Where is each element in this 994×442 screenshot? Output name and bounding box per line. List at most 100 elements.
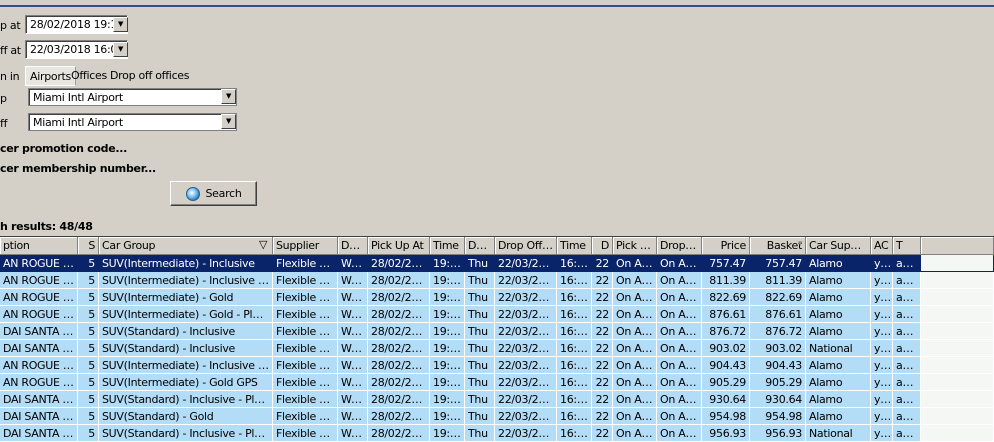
cell-pickup-dow: Wed: [338, 391, 368, 408]
cell-description: AN ROGUE OR S...: [0, 374, 78, 391]
cell-price: 930.64: [702, 391, 750, 408]
column-header-supplier[interactable]: Supplier: [273, 237, 338, 255]
column-header-dropoff-time[interactable]: Time: [557, 237, 592, 255]
cell-dropoff-dow: Thu: [465, 289, 495, 306]
cell-pickup-dow: Wed: [338, 425, 368, 442]
column-header-dropoff-at[interactable]: Drop Off At: [495, 237, 557, 255]
cell-dropoff-location: On Air...: [657, 255, 702, 272]
table-row[interactable]: AN ROGUE OR S...5SUV(Intermediate) - Gol…: [0, 306, 994, 323]
cell-basket: 954.98: [750, 408, 806, 425]
table-row[interactable]: AN ROGUE OR S...5SUV(Intermediate) - Inc…: [0, 272, 994, 289]
cell-car-group: SUV(Standard) - Inclusive - Plus Exce...: [99, 425, 273, 442]
cell-price: 956.93: [702, 425, 750, 442]
search-button[interactable]: Search: [170, 181, 257, 206]
cell-pickup-location: On Air...: [613, 340, 657, 357]
cell-seats: 5: [78, 340, 99, 357]
cell-transmission: auto: [893, 374, 921, 391]
column-header-description[interactable]: ption: [0, 237, 78, 255]
column-header-ac[interactable]: AC: [871, 237, 893, 255]
cell-seats: 5: [78, 272, 99, 289]
cell-seats: 5: [78, 289, 99, 306]
cell-empty: [921, 374, 994, 391]
cell-dropoff-at: 22/03/2018: [495, 391, 557, 408]
cell-empty: [921, 425, 994, 442]
chevron-down-icon[interactable]: ▼: [113, 17, 128, 32]
cell-price: 904.43: [702, 357, 750, 374]
table-row[interactable]: AN ROGUE OR S...5SUV(Intermediate) - Inc…: [0, 255, 994, 272]
cell-dropoff-time: 16:00: [557, 357, 592, 374]
filter-icon[interactable]: ▽: [259, 238, 267, 251]
column-header-pickup-at[interactable]: Pick Up At: [368, 237, 430, 255]
cell-ac: yes: [871, 323, 893, 340]
cell-pickup-at: 28/02/2018: [368, 255, 430, 272]
tab-offices[interactable]: Offices: [67, 66, 111, 86]
table-row[interactable]: DAI SANTA FE ...5SUV(Standard) - Inclusi…: [0, 340, 994, 357]
cell-dropoff-dow: Thu: [465, 255, 495, 272]
table-row[interactable]: DAI SANTA FE ...5SUV(Standard) - GoldFle…: [0, 408, 994, 425]
table-row[interactable]: DAI SANTA FE ...5SUV(Standard) - Inclusi…: [0, 425, 994, 442]
table-row[interactable]: AN ROGUE OR S...5SUV(Intermediate) - Gol…: [0, 289, 994, 306]
cell-description: DAI SANTA FE ...: [0, 408, 78, 425]
column-header-price[interactable]: Price: [702, 237, 750, 255]
sort-descending-icon[interactable]: ▾: [798, 239, 803, 249]
cell-description: AN ROGUE OR S...: [0, 289, 78, 306]
column-header-seats[interactable]: S: [78, 237, 99, 255]
cell-pickup-time: 19:10: [430, 255, 465, 272]
cell-days: 22: [592, 425, 613, 442]
cell-dropoff-at: 22/03/2018: [495, 272, 557, 289]
cell-ac: yes: [871, 306, 893, 323]
table-header[interactable]: ption S Car Group Supplier DOW Pick Up At Time…: [0, 237, 994, 255]
cell-pickup-location: On Air...: [613, 374, 657, 391]
cell-dropoff-at: 22/03/2018: [495, 340, 557, 357]
column-header-dropoff-dow[interactable]: DOW: [465, 237, 495, 255]
cell-dropoff-time: 16:00: [557, 306, 592, 323]
table-row[interactable]: DAI SANTA FE ...5SUV(Standard) - Inclusi…: [0, 391, 994, 408]
pickup-location-select[interactable]: Miami Intl Airport: [28, 88, 237, 106]
cell-car-group: SUV(Intermediate) - Inclusive: [99, 255, 273, 272]
results-grid[interactable]: ption S Car Group Supplier DOW Pick Up At Time…: [0, 236, 994, 442]
column-header-empty: [921, 237, 994, 255]
table-row[interactable]: AN ROGUE OR S...5SUV(Intermediate) - Gol…: [0, 374, 994, 391]
cell-seats: 5: [78, 357, 99, 374]
membership-number-link[interactable]: cer membership number...: [0, 162, 156, 175]
column-header-pickup-time[interactable]: Time: [430, 237, 465, 255]
cell-pickup-location: On Air...: [613, 391, 657, 408]
cell-basket: 811.39: [750, 272, 806, 289]
cell-description: DAI SANTA FE ...: [0, 340, 78, 357]
cell-seats: 5: [78, 425, 99, 442]
column-header-car-supplier[interactable]: Car Supplier: [806, 237, 871, 255]
chevron-down-icon[interactable]: ▼: [221, 114, 236, 129]
column-header-transmission[interactable]: T: [893, 237, 921, 255]
cell-pickup-at: 28/02/2018: [368, 340, 430, 357]
promotion-code-link[interactable]: cer promotion code...: [0, 142, 127, 155]
column-header-car-group[interactable]: Car Group: [99, 237, 273, 255]
cell-price: 876.72: [702, 323, 750, 340]
cell-car-supplier: Alamo: [806, 306, 871, 323]
cell-supplier: Flexible Car...: [273, 289, 338, 306]
cell-days: 22: [592, 357, 613, 374]
cell-pickup-time: 19:10: [430, 323, 465, 340]
cell-pickup-time: 19:10: [430, 391, 465, 408]
dropoff-location-select[interactable]: Miami Intl Airport: [28, 113, 237, 131]
cell-supplier: Flexible Car...: [273, 272, 338, 289]
table-row[interactable]: DAI SANTA FE ...5SUV(Standard) - Inclusi…: [0, 323, 994, 340]
cell-days: 22: [592, 272, 613, 289]
cell-seats: 5: [78, 323, 99, 340]
tab-drop-off-offices[interactable]: Drop off offices: [106, 66, 193, 86]
column-header-dropoff-location[interactable]: Drop Off: [657, 237, 702, 255]
cell-ac: yes: [871, 425, 893, 442]
cell-price: 905.29: [702, 374, 750, 391]
cell-car-supplier: Alamo: [806, 374, 871, 391]
pickup-datetime-value: 28/02/2018 19:10: [30, 18, 124, 31]
cell-supplier: Flexible Car...: [273, 357, 338, 374]
table-row[interactable]: AN ROGUE OR S...5SUV(Intermediate) - Inc…: [0, 357, 994, 374]
column-header-pickup-location[interactable]: Pick Up: [613, 237, 657, 255]
dropoff-location-label: ff: [0, 117, 8, 130]
cell-pickup-dow: Wed: [338, 272, 368, 289]
column-header-pickup-dow[interactable]: DOW: [338, 237, 368, 255]
chevron-down-icon[interactable]: ▼: [113, 42, 128, 57]
cell-ac: yes: [871, 391, 893, 408]
column-header-days[interactable]: D: [592, 237, 613, 255]
chevron-down-icon[interactable]: ▼: [221, 89, 236, 104]
cell-pickup-at: 28/02/2018: [368, 272, 430, 289]
